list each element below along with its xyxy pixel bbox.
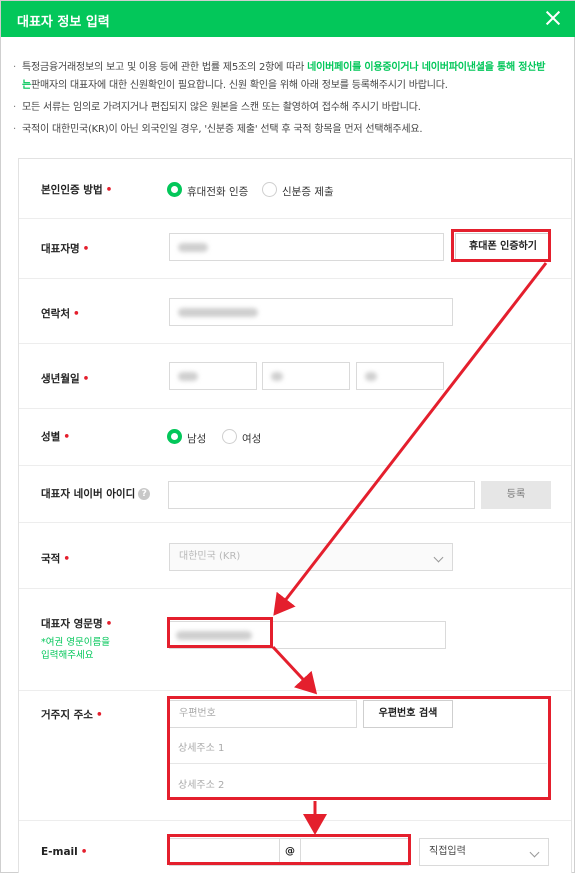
arrow-verify-to-english-name	[273, 262, 548, 616]
annotation-arrows	[271, 262, 548, 835]
dialog-window: 대표자 정보 입력 특정금융거래정보의 보고 및 이용 등에 관한 법률 제5조…	[0, 0, 575, 873]
arrow-english-name-to-address	[271, 645, 318, 695]
